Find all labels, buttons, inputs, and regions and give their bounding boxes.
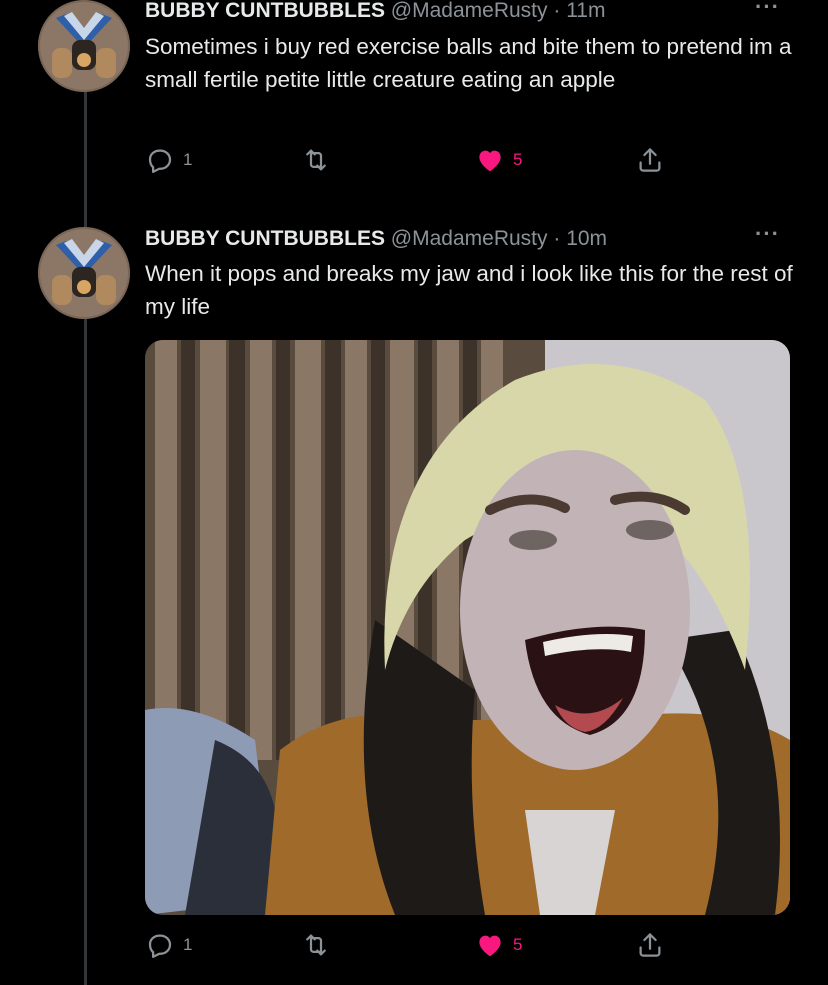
retweet-icon [306, 934, 326, 956]
retweet-icon [306, 149, 326, 171]
tweet-header: BUBBY CUNTBUBBLES @MadameRusty · 10m [145, 227, 788, 255]
reply-count: 1 [183, 935, 193, 954]
avatar[interactable] [38, 227, 130, 319]
tweet-text: When it pops and breaks my jaw and i loo… [145, 261, 793, 319]
retweet-button[interactable] [301, 928, 331, 962]
tweet-header: BUBBY CUNTBUBBLES @MadameRusty · 11m [145, 0, 788, 27]
reply-count: 1 [183, 150, 193, 169]
share-button[interactable] [635, 143, 665, 177]
heart-icon [479, 935, 501, 957]
share-button[interactable] [635, 928, 665, 962]
like-button[interactable]: 5 [475, 928, 522, 962]
heart-icon [479, 150, 501, 172]
tweet[interactable]: BUBBY CUNTBUBBLES @MadameRusty · 11m ···… [0, 0, 828, 215]
reply-icon [148, 934, 172, 958]
tweet[interactable]: BUBBY CUNTBUBBLES @MadameRusty · 10m ···… [0, 215, 828, 985]
timestamp[interactable]: 11m [566, 0, 605, 22]
tweet-actions: 1 5 [145, 928, 685, 962]
retweet-button[interactable] [301, 143, 331, 177]
avatar[interactable] [38, 0, 130, 92]
author-handle[interactable]: @MadameRusty [391, 0, 548, 22]
more-options-icon[interactable]: ··· [755, 0, 780, 20]
timestamp[interactable]: 10m [566, 227, 607, 250]
like-button[interactable]: 5 [475, 143, 522, 177]
like-count: 5 [513, 150, 523, 169]
tweet-text: Sometimes i buy red exercise balls and b… [145, 34, 792, 92]
tweet-actions: 1 5 [145, 143, 685, 177]
reply-icon [148, 149, 172, 173]
separator-dot: · [553, 227, 561, 250]
more-options-icon[interactable]: ··· [755, 221, 780, 247]
like-count: 5 [513, 935, 523, 954]
author-name[interactable]: BUBBY CUNTBUBBLES [145, 0, 385, 22]
separator-dot: · [553, 0, 561, 22]
author-name[interactable]: BUBBY CUNTBUBBLES [145, 227, 385, 250]
tweet-media-image[interactable] [145, 340, 790, 915]
reply-button[interactable]: 1 [145, 143, 192, 177]
share-icon [639, 148, 661, 172]
author-handle[interactable]: @MadameRusty [391, 227, 548, 250]
reply-button[interactable]: 1 [145, 928, 192, 962]
share-icon [639, 933, 661, 957]
